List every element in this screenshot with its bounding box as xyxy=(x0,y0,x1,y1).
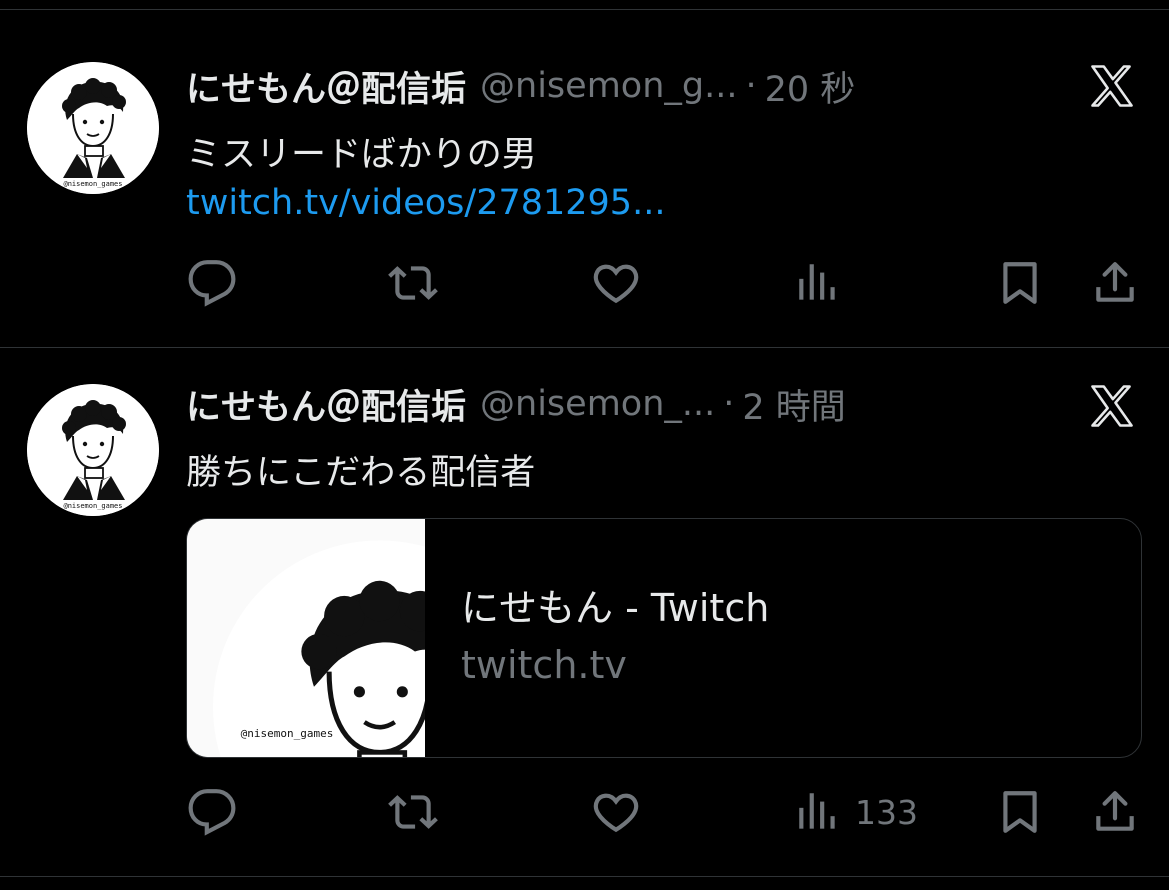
avatar[interactable]: @nisemon_games xyxy=(27,384,159,516)
tweet-link[interactable]: twitch.tv/videos/2781295... xyxy=(186,183,665,223)
divider-bottom xyxy=(0,876,1169,877)
card-thumbnail-caption: @nisemon_games xyxy=(241,727,334,740)
reply-icon xyxy=(187,787,237,837)
action-bar xyxy=(0,253,1169,313)
share-icon xyxy=(1090,787,1140,837)
separator: · xyxy=(723,384,735,424)
x-logo-icon xyxy=(1086,380,1138,432)
retweet-icon xyxy=(388,258,438,308)
action-bar: 133 xyxy=(0,782,1169,842)
bookmark-icon xyxy=(995,787,1045,837)
retweet-button[interactable] xyxy=(388,782,438,842)
heart-icon xyxy=(591,787,641,837)
share-icon xyxy=(1090,258,1140,308)
share-button[interactable] xyxy=(1090,782,1140,842)
tweet-text: 勝ちにこだわる配信者 xyxy=(186,453,536,493)
x-logo-icon xyxy=(1086,60,1138,112)
tweet-text: ミスリードばかりの男 xyxy=(186,135,537,175)
link-preview-card[interactable]: @nisemon_games にせもん - Twitch twitch.tv xyxy=(186,518,1142,758)
display-name[interactable]: にせもん＠配信垢 xyxy=(186,379,466,430)
like-button[interactable] xyxy=(591,253,641,313)
display-name[interactable]: にせもん＠配信垢 xyxy=(186,61,466,112)
handle[interactable]: @nisemon_g... xyxy=(480,66,737,106)
divider-middle xyxy=(0,347,1169,348)
views-button[interactable]: 133 xyxy=(793,782,918,842)
reply-icon xyxy=(187,258,237,308)
avatar-caption: @nisemon_games xyxy=(63,502,122,510)
reply-button[interactable] xyxy=(187,782,237,842)
retweet-icon xyxy=(388,787,438,837)
bookmark-button[interactable] xyxy=(995,253,1045,313)
like-button[interactable] xyxy=(591,782,641,842)
tweet-header: にせもん＠配信垢 @nisemon_g... · 20 秒 xyxy=(186,64,855,110)
card-domain: twitch.tv xyxy=(461,643,627,687)
card-title: にせもん - Twitch xyxy=(461,586,770,630)
views-icon xyxy=(793,787,843,837)
views-button[interactable] xyxy=(793,253,855,313)
separator: · xyxy=(745,66,757,106)
bookmark-icon xyxy=(995,258,1045,308)
timestamp[interactable]: 2 時間 xyxy=(742,379,845,430)
tweet-header: にせもん＠配信垢 @nisemon_... · 2 時間 xyxy=(186,382,846,428)
views-count: 133 xyxy=(855,792,918,832)
bookmark-button[interactable] xyxy=(995,782,1045,842)
views-icon xyxy=(793,258,843,308)
reply-button[interactable] xyxy=(187,253,237,313)
handle[interactable]: @nisemon_... xyxy=(480,384,715,424)
avatar-caption: @nisemon_games xyxy=(63,180,122,188)
share-button[interactable] xyxy=(1090,253,1140,313)
divider-top xyxy=(0,9,1169,10)
timeline-feed: @nisemon_games にせもん＠配信垢 @nisemon_g... · … xyxy=(0,0,1169,890)
heart-icon xyxy=(591,258,641,308)
avatar[interactable]: @nisemon_games xyxy=(27,62,159,194)
card-thumbnail: @nisemon_games xyxy=(187,519,425,757)
retweet-button[interactable] xyxy=(388,253,438,313)
timestamp[interactable]: 20 秒 xyxy=(765,61,856,112)
